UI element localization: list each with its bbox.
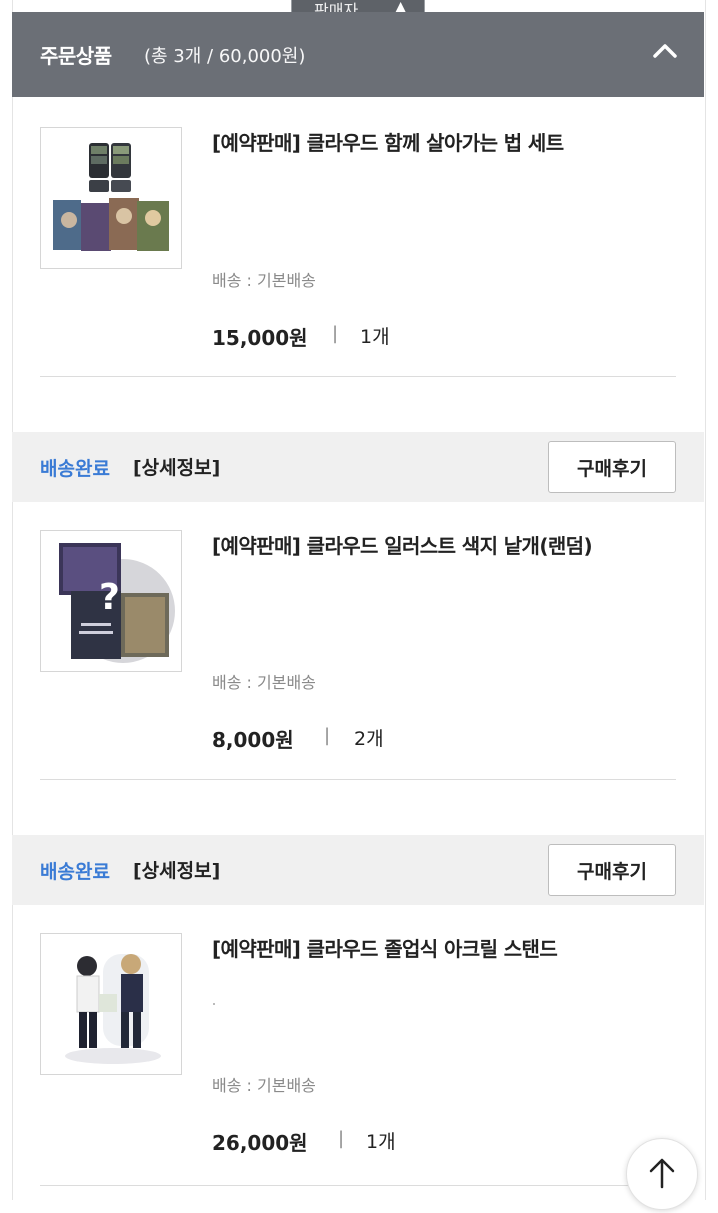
- item-divider: [40, 1185, 676, 1186]
- order-items-header[interactable]: 주문상품 (총 3개 / 60,000원): [12, 12, 704, 97]
- product-price: 8,000원: [212, 728, 294, 752]
- product-image-set: [53, 143, 169, 251]
- order-item-2: ? [예약판매] 클라우드 일러스트 색지 낱개(랜덤) 배송 : 기본배송 8…: [12, 502, 704, 829]
- product-quantity: 2개: [354, 728, 384, 750]
- product-price: 15,000원: [212, 326, 308, 350]
- arrow-up-icon: [649, 1158, 675, 1189]
- item-divider: [40, 779, 676, 780]
- product-thumbnail[interactable]: [40, 127, 182, 269]
- product-name[interactable]: [예약판매] 클라우드 일러스트 색지 낱개(랜덤): [212, 530, 593, 559]
- price-qty-separator: |: [338, 1128, 345, 1149]
- svg-text:?: ?: [99, 577, 120, 618]
- product-quantity: 1개: [366, 1131, 396, 1153]
- delivery-status: 배송완료: [40, 458, 110, 480]
- product-thumbnail[interactable]: ?: [40, 530, 182, 672]
- write-review-button[interactable]: 구매후기: [548, 441, 676, 493]
- shipping-method: 배송 : 기본배송: [212, 271, 316, 290]
- delivery-status-bar: 배송완료 [상세정보] 구매후기: [12, 835, 704, 905]
- product-name[interactable]: [예약판매] 클라우드 졸업식 아크릴 스탠드: [212, 933, 558, 962]
- product-quantity: 1개: [360, 326, 390, 348]
- shipping-method: 배송 : 기본배송: [212, 673, 316, 692]
- detail-info-link[interactable]: [상세정보]: [133, 856, 220, 883]
- shipping-method: 배송 : 기본배송: [212, 1076, 316, 1095]
- product-image-acrylic-stand: [65, 954, 161, 1064]
- item-divider: [40, 376, 676, 377]
- chevron-up-icon[interactable]: [650, 36, 680, 66]
- write-review-button[interactable]: 구매후기: [548, 844, 676, 896]
- header-title: 주문상품: [40, 44, 112, 68]
- product-name[interactable]: [예약판매] 클라우드 함께 살아가는 법 세트: [212, 127, 564, 156]
- order-item-3: [예약판매] 클라우드 졸업식 아크릴 스탠드 배송 : 기본배송 26,000…: [12, 905, 704, 1200]
- delivery-status-bar: 배송완료 [상세정보] 구매후기: [12, 432, 704, 502]
- product-image-random-card: ?: [59, 543, 175, 663]
- detail-info-link[interactable]: [상세정보]: [133, 453, 220, 480]
- price-qty-separator: |: [324, 725, 331, 746]
- product-price: 26,000원: [212, 1131, 308, 1155]
- product-thumbnail[interactable]: [40, 933, 182, 1075]
- order-item-1: [예약판매] 클라우드 함께 살아가는 법 세트 배송 : 기본배송 15,00…: [12, 97, 704, 432]
- scroll-to-top-button[interactable]: [626, 1138, 698, 1210]
- header-summary: (총 3개 / 60,000원): [144, 46, 306, 67]
- decorative-dot: [213, 1003, 215, 1005]
- delivery-status: 배송완료: [40, 861, 110, 883]
- price-qty-separator: |: [332, 323, 339, 344]
